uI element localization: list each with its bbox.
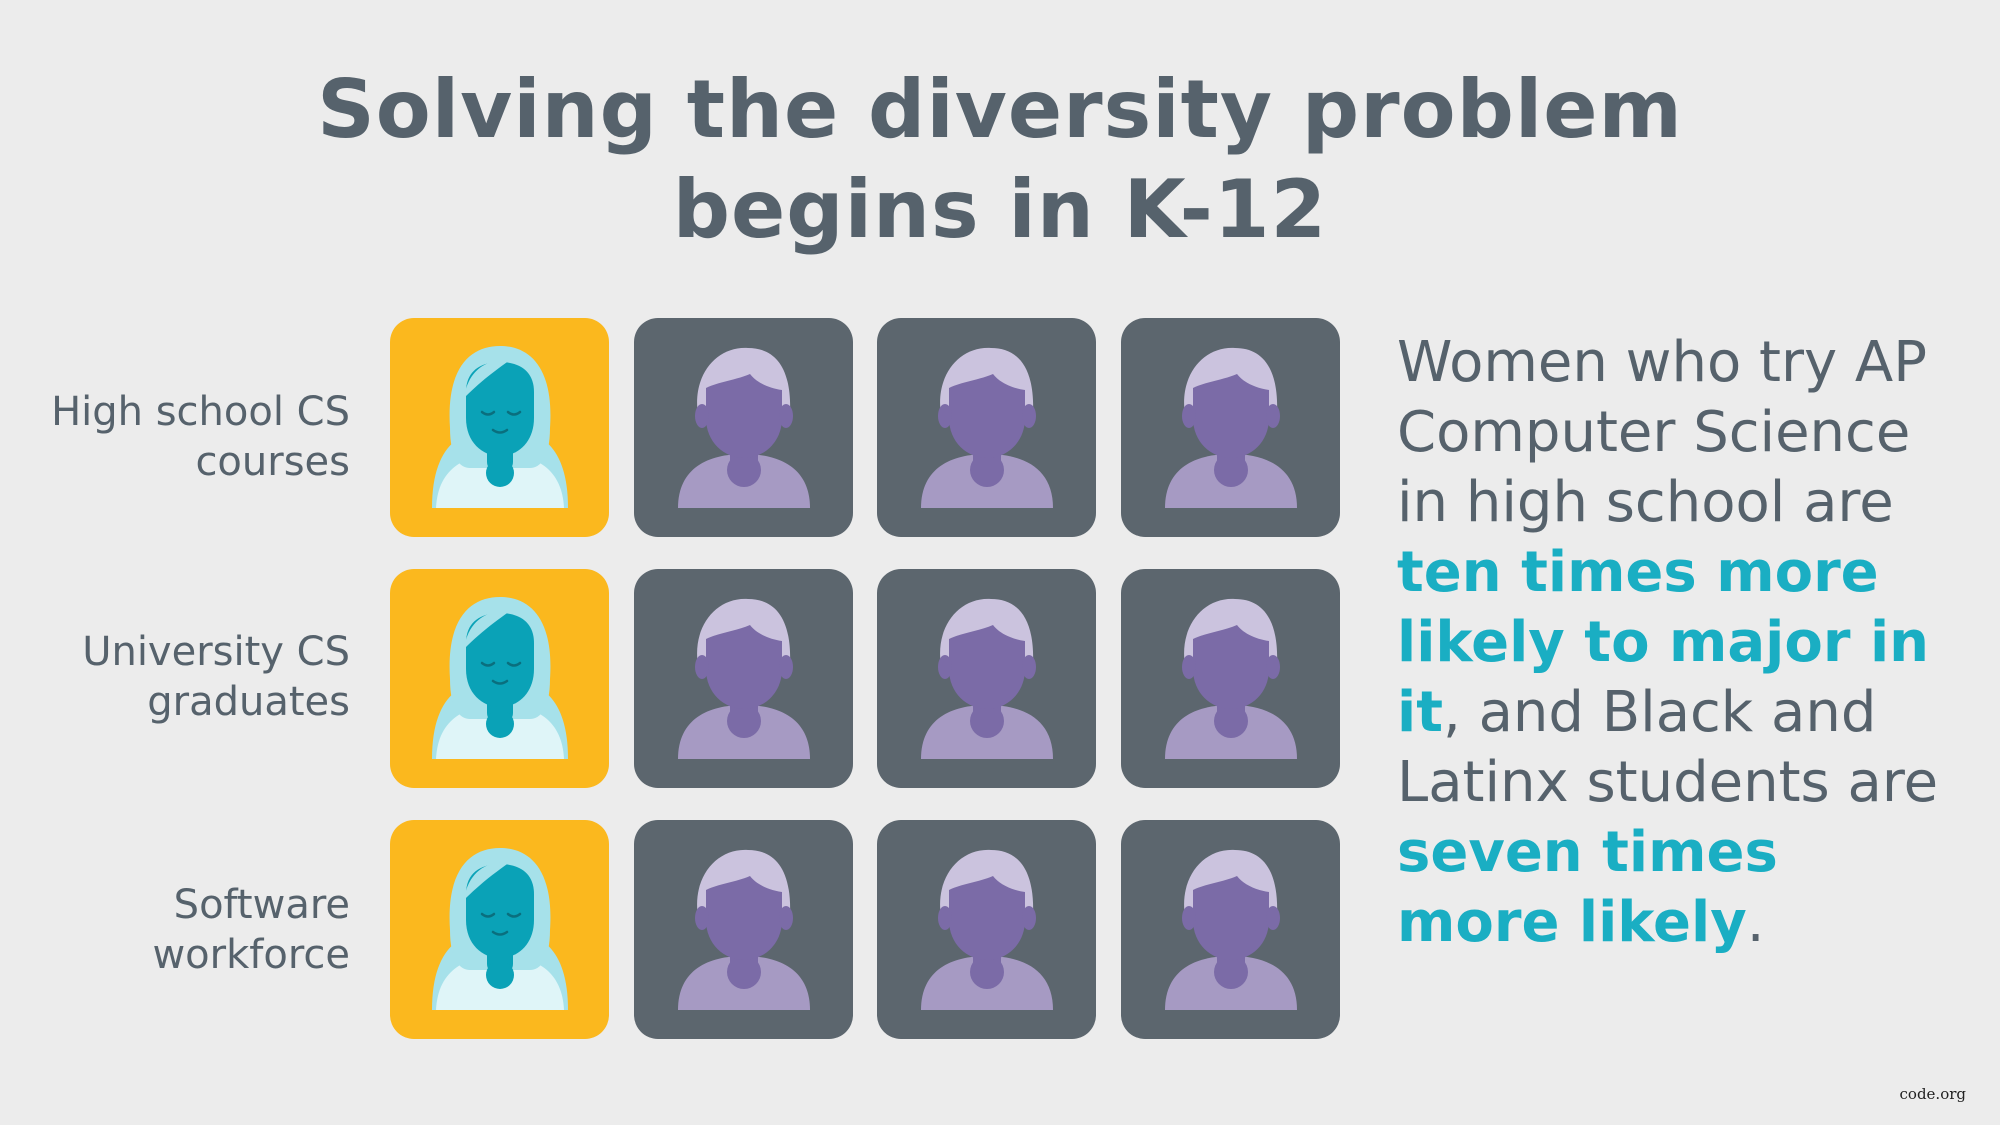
title-line-1: Solving the diversity problem xyxy=(317,63,1683,156)
statement-highlight-2: seven times more likely xyxy=(1397,820,1778,955)
male-tile-r1-c4 xyxy=(1121,318,1340,537)
man-avatar-icon xyxy=(921,347,1053,508)
statement-part-1: Women who try AP Computer Science in hig… xyxy=(1397,330,1928,535)
man-avatar-icon xyxy=(678,347,810,508)
title-line-2: begins in K-12 xyxy=(672,163,1328,256)
man-avatar-icon xyxy=(921,598,1053,759)
man-avatar-icon xyxy=(678,849,810,1010)
statement-part-3: . xyxy=(1746,890,1765,955)
page-title: Solving the diversity problem begins in … xyxy=(0,60,2000,260)
woman-avatar-icon xyxy=(432,346,568,508)
male-tile-r3-c3 xyxy=(877,820,1096,1039)
man-avatar-icon xyxy=(1165,598,1297,759)
source-credit: code.org xyxy=(1899,1085,1966,1103)
female-tile-r1-c1 xyxy=(390,318,609,537)
man-avatar-icon xyxy=(1165,849,1297,1010)
male-tile-r2-c3 xyxy=(877,569,1096,788)
male-tile-r2-c4 xyxy=(1121,569,1340,788)
side-statement: Women who try AP Computer Science in hig… xyxy=(1397,328,1957,958)
man-avatar-icon xyxy=(921,849,1053,1010)
male-tile-r3-c2 xyxy=(634,820,853,1039)
male-tile-r1-c2 xyxy=(634,318,853,537)
male-tile-r1-c3 xyxy=(877,318,1096,537)
female-tile-r3-c1 xyxy=(390,820,609,1039)
female-tile-r2-c1 xyxy=(390,569,609,788)
male-tile-r2-c2 xyxy=(634,569,853,788)
row-label-workforce: Software workforce xyxy=(152,882,350,978)
statement-part-2: , and Black and Latinx students are xyxy=(1397,680,1939,815)
row-label-university: University CS graduates xyxy=(82,629,350,725)
man-avatar-icon xyxy=(1165,347,1297,508)
man-avatar-icon xyxy=(678,598,810,759)
row-label-high-school: High school CS courses xyxy=(51,389,350,485)
woman-avatar-icon xyxy=(432,597,568,759)
woman-avatar-icon xyxy=(432,848,568,1010)
male-tile-r3-c4 xyxy=(1121,820,1340,1039)
